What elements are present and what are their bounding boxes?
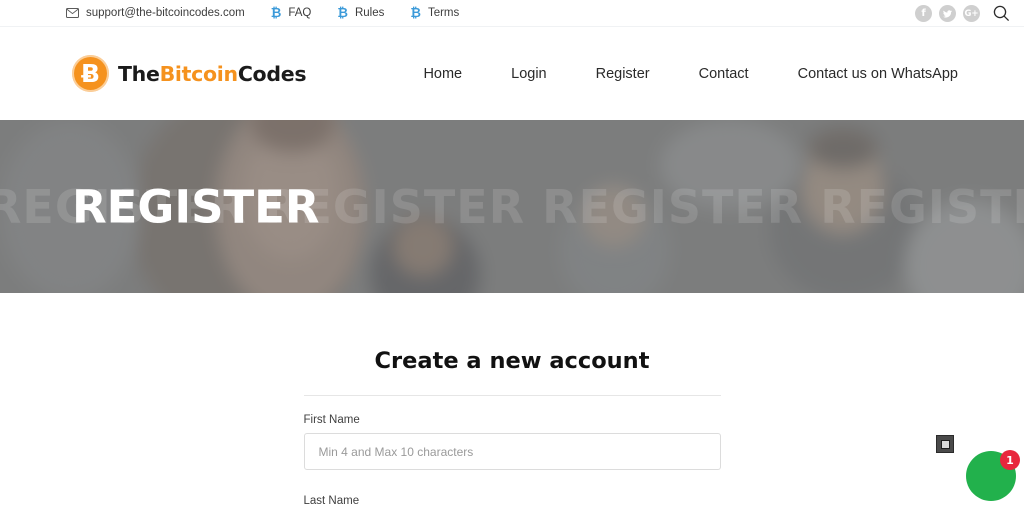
terms-label: Terms xyxy=(427,7,460,19)
nav-item-home[interactable]: Home xyxy=(423,66,462,82)
bitcoin-icon: ₿ xyxy=(270,5,282,21)
faq-link[interactable]: ₿ FAQ xyxy=(271,7,312,20)
support-email-text: support@the-bitcoincodes.com xyxy=(86,7,245,19)
search-icon[interactable] xyxy=(993,5,1010,22)
nav-item-contact[interactable]: Contact xyxy=(699,66,749,82)
bitcoin-logo-glyph: Ƀ xyxy=(80,59,101,88)
page-title: REGISTER xyxy=(72,180,320,233)
mail-icon xyxy=(66,8,79,18)
broken-image-icon xyxy=(936,435,954,453)
google-plus-icon[interactable]: G+ xyxy=(963,5,980,22)
main-nav: Home Login Register Contact Contact us o… xyxy=(423,66,958,82)
main-content: Create a new account First Name Last Nam… xyxy=(0,293,1024,507)
google-plus-glyph: G+ xyxy=(964,8,979,19)
top-bar-links: support@the-bitcoincodes.com ₿ FAQ ₿ Rul… xyxy=(66,7,485,20)
broken-image-inner xyxy=(940,439,950,449)
form-heading: Create a new account xyxy=(374,348,650,374)
bitcoin-icon: ₿ xyxy=(337,5,348,21)
bitcoin-icon: ₿ xyxy=(410,5,421,21)
facebook-glyph: f xyxy=(921,8,926,19)
terms-link[interactable]: ₿ Terms xyxy=(410,7,459,20)
nav-item-register[interactable]: Register xyxy=(596,66,650,82)
register-form: Create a new account First Name Last Nam… xyxy=(303,348,721,507)
logo-part-the: The xyxy=(118,61,160,86)
faq-label: FAQ xyxy=(288,7,312,19)
first-name-label: First Name xyxy=(303,414,360,426)
last-name-label: Last Name xyxy=(303,495,360,507)
logo-text: TheBitcoinCodes xyxy=(118,61,307,86)
hero-banner: REGISTER REGISTER REGISTER REGISTER R RE… xyxy=(0,120,1024,293)
rules-link[interactable]: ₿ Rules xyxy=(337,7,384,20)
bitcoin-logo-icon: Ƀ xyxy=(72,55,109,92)
first-name-input[interactable] xyxy=(303,433,721,470)
nav-item-login[interactable]: Login xyxy=(511,66,546,82)
twitter-icon[interactable] xyxy=(939,5,956,22)
facebook-icon[interactable]: f xyxy=(915,5,932,22)
chat-badge-count[interactable]: 1 xyxy=(1000,450,1020,470)
site-header: Ƀ TheBitcoinCodes Home Login Register Co… xyxy=(0,27,1024,120)
form-divider xyxy=(303,395,721,396)
rules-label: Rules xyxy=(354,7,385,19)
logo-part-codes: Codes xyxy=(237,61,307,86)
site-logo[interactable]: Ƀ TheBitcoinCodes xyxy=(72,55,307,92)
support-email-link[interactable]: support@the-bitcoincodes.com xyxy=(66,7,245,19)
social-links: f G+ xyxy=(908,0,1010,27)
nav-item-whatsapp[interactable]: Contact us on WhatsApp xyxy=(798,66,958,82)
top-bar: support@the-bitcoincodes.com ₿ FAQ ₿ Rul… xyxy=(0,0,1024,27)
logo-part-bitcoin: Bitcoin xyxy=(159,61,239,86)
